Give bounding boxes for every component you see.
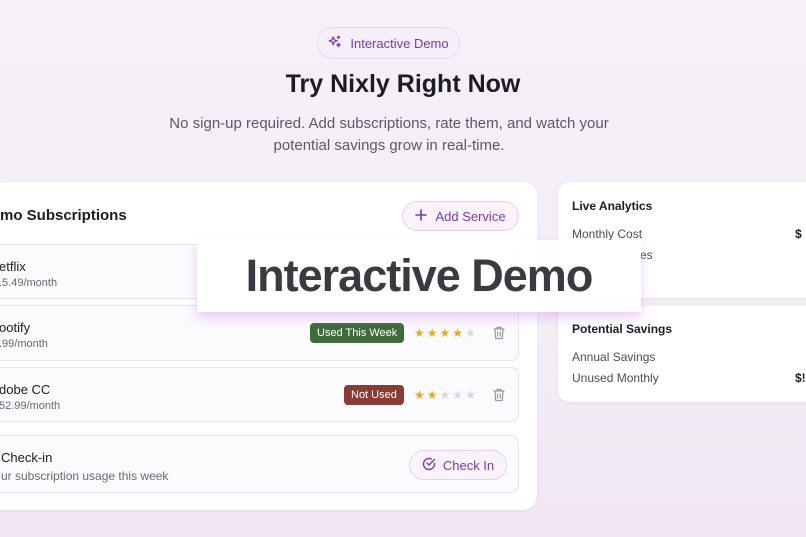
potential-savings-title: Potential Savings xyxy=(572,322,673,336)
star-icon[interactable]: ★ xyxy=(427,327,438,339)
star-icon[interactable]: ★ xyxy=(414,389,425,401)
unused-monthly-value: $! xyxy=(795,371,806,385)
star-icon[interactable]: ★ xyxy=(440,327,451,339)
interactive-demo-overlay: Interactive Demo xyxy=(197,240,641,312)
subscription-row: ootify .99/month Used This Week ★ ★ ★ ★ ★ xyxy=(0,305,519,361)
subscription-name: dobe CC xyxy=(0,382,51,397)
star-rating[interactable]: ★ ★ ★ ★ ★ xyxy=(414,327,476,339)
subscriptions-title: mo Subscriptions xyxy=(0,207,127,224)
subscription-price: .99/month xyxy=(0,338,48,350)
checkin-subtitle: ur subscription usage this week xyxy=(1,469,169,483)
trash-icon[interactable] xyxy=(492,388,506,402)
page-subtitle: No sign-up required. Add subscriptions, … xyxy=(169,115,609,154)
subscription-name: ootify xyxy=(0,320,31,335)
check-circle-icon xyxy=(422,457,436,474)
star-icon[interactable]: ★ xyxy=(452,327,463,339)
interactive-demo-badge: Interactive Demo xyxy=(317,27,460,59)
plus-icon xyxy=(415,208,428,224)
badge-label: Interactive Demo xyxy=(350,35,449,51)
star-icon[interactable]: ★ xyxy=(465,389,476,401)
analytics-partial-label: es xyxy=(640,248,653,262)
star-icon[interactable]: ★ xyxy=(452,389,463,401)
monthly-cost-value: $ xyxy=(795,227,802,241)
subscription-price: .5.49/month xyxy=(0,277,58,289)
monthly-cost-label: Monthly Cost xyxy=(572,227,643,241)
star-rating[interactable]: ★ ★ ★ ★ ★ xyxy=(414,389,476,401)
add-service-label: Add Service xyxy=(435,208,506,224)
star-icon[interactable]: ★ xyxy=(414,327,425,339)
annual-savings-label: Annual Savings xyxy=(572,350,656,364)
checkin-title: Check-in xyxy=(1,450,53,465)
subscription-price: 52.99/month xyxy=(0,400,61,412)
sparkles-icon xyxy=(328,35,342,52)
subscription-name: etflix xyxy=(0,259,26,274)
add-service-button[interactable]: Add Service xyxy=(402,201,519,231)
star-icon[interactable]: ★ xyxy=(440,389,451,401)
page-title: Try Nixly Right Now xyxy=(285,70,521,98)
star-icon[interactable]: ★ xyxy=(465,327,476,339)
check-in-label: Check In xyxy=(442,457,495,473)
trash-icon[interactable] xyxy=(492,326,506,340)
star-icon[interactable]: ★ xyxy=(427,389,438,401)
subscription-row: dobe CC 52.99/month Not Used ★ ★ ★ ★ ★ xyxy=(0,367,519,422)
live-analytics-title: Live Analytics xyxy=(572,199,653,213)
unused-monthly-label: Unused Monthly xyxy=(572,371,659,385)
check-in-button[interactable]: Check In xyxy=(409,450,507,480)
status-badge[interactable]: Not Used xyxy=(344,385,404,405)
status-badge[interactable]: Used This Week xyxy=(310,323,405,343)
